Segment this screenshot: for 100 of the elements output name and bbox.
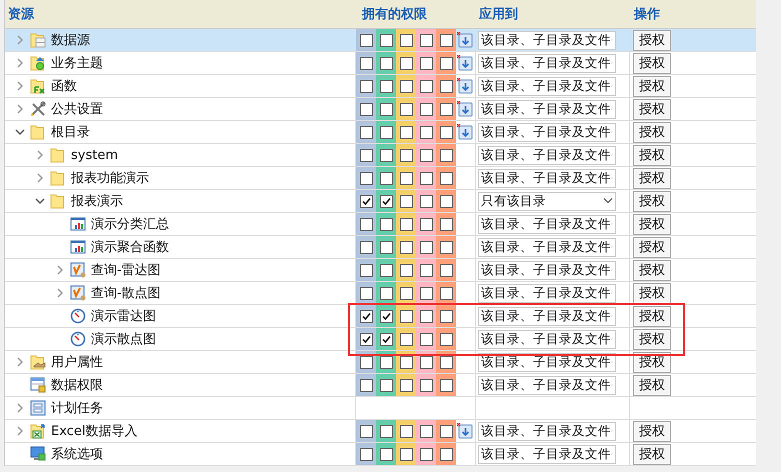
permission-checkbox[interactable] — [380, 286, 392, 300]
permission-checkbox[interactable] — [420, 378, 432, 392]
permission-checkbox[interactable] — [380, 34, 392, 46]
tree-row[interactable]: 公共设置 该目录、子目录及文件 授权 — [5, 98, 756, 121]
tree-row[interactable]: 演示聚合函数 该目录、子目录及文件 授权 — [5, 236, 756, 259]
permission-checkbox[interactable] — [440, 240, 452, 254]
permission-checkbox[interactable] — [380, 332, 392, 346]
permission-checkbox[interactable] — [400, 264, 412, 276]
permission-checkbox[interactable] — [440, 194, 452, 208]
permission-checkbox[interactable] — [440, 378, 452, 392]
permission-checkbox[interactable] — [400, 102, 412, 116]
permission-checkbox[interactable] — [440, 424, 452, 438]
permission-checkbox[interactable] — [360, 172, 372, 184]
permission-checkbox[interactable] — [440, 56, 452, 70]
permission-checkbox[interactable] — [440, 332, 452, 346]
permission-checkbox[interactable] — [440, 34, 452, 46]
permission-checkbox[interactable] — [400, 310, 412, 322]
tree-row[interactable]: 报表演示 只有该目录 授权 — [5, 190, 756, 213]
permission-checkbox[interactable] — [420, 218, 432, 230]
permission-checkbox[interactable] — [380, 240, 392, 254]
tree-row[interactable]: 计划任务 — [5, 397, 756, 420]
permission-checkbox[interactable] — [360, 102, 372, 116]
tree-row[interactable]: 函数 该目录、子目录及文件 授权 — [5, 75, 756, 98]
permission-checkbox[interactable] — [360, 310, 372, 322]
apply-dropdown[interactable]: 该目录、子目录及文件 — [478, 146, 616, 164]
permission-checkbox[interactable] — [380, 356, 392, 368]
grant-button[interactable]: 授权 — [633, 444, 671, 464]
permission-checkbox[interactable] — [380, 310, 392, 322]
permission-checkbox[interactable] — [380, 148, 392, 162]
permission-checkbox[interactable] — [420, 448, 432, 460]
permission-checkbox[interactable] — [420, 102, 432, 116]
permission-checkbox[interactable] — [400, 172, 412, 184]
permission-checkbox[interactable] — [400, 286, 412, 300]
permission-checkbox[interactable] — [420, 148, 432, 162]
permission-checkbox[interactable] — [400, 80, 412, 92]
apply-dropdown[interactable]: 该目录、子目录及文件 — [478, 376, 616, 394]
permission-checkbox[interactable] — [400, 356, 412, 368]
tree-row[interactable]: 根目录 该目录、子目录及文件 授权 — [5, 121, 756, 144]
permission-checkbox[interactable] — [360, 264, 372, 276]
permission-checkbox[interactable] — [440, 286, 452, 300]
tree-row[interactable]: 演示分类汇总 该目录、子目录及文件 授权 — [5, 213, 756, 236]
apply-dropdown[interactable]: 该目录、子目录及文件 — [478, 238, 616, 256]
apply-dropdown[interactable]: 该目录、子目录及文件 — [478, 100, 616, 118]
permission-checkbox[interactable] — [440, 448, 452, 460]
permission-checkbox[interactable] — [360, 126, 372, 138]
grant-button[interactable]: 授权 — [633, 144, 671, 166]
grant-button[interactable]: 授权 — [633, 420, 671, 442]
permission-checkbox[interactable] — [440, 148, 452, 162]
tree-row[interactable]: 演示散点图 该目录、子目录及文件 授权 — [5, 328, 756, 351]
permission-checkbox[interactable] — [360, 240, 372, 254]
permission-checkbox[interactable] — [360, 332, 372, 346]
grant-button[interactable]: 授权 — [633, 306, 671, 326]
apply-dropdown[interactable]: 该目录、子目录及文件 — [478, 260, 616, 280]
permission-checkbox[interactable] — [420, 172, 432, 184]
grant-button[interactable]: 授权 — [633, 236, 671, 258]
permission-checkbox[interactable] — [360, 148, 372, 162]
permission-checkbox[interactable] — [360, 80, 372, 92]
apply-dropdown[interactable]: 该目录、子目录及文件 — [478, 330, 616, 348]
grant-button[interactable]: 授权 — [633, 260, 671, 280]
apply-dropdown[interactable]: 该目录、子目录及文件 — [478, 122, 616, 142]
tree-row[interactable]: system 该目录、子目录及文件 授权 — [5, 144, 756, 167]
tree-row[interactable]: 业务主题 该目录、子目录及文件 授权 — [5, 52, 756, 75]
apply-dropdown[interactable]: 该目录、子目录及文件 — [478, 444, 616, 464]
tree-row[interactable]: 演示雷达图 该目录、子目录及文件 授权 — [5, 305, 756, 328]
grant-button[interactable]: 授权 — [633, 352, 671, 372]
permission-checkbox[interactable] — [420, 424, 432, 438]
permission-checkbox[interactable] — [360, 218, 372, 230]
apply-dropdown[interactable]: 该目录、子目录及文件 — [478, 284, 616, 302]
permission-checkbox[interactable] — [400, 126, 412, 138]
apply-dropdown[interactable]: 该目录、子目录及文件 — [478, 168, 616, 188]
grant-button[interactable]: 授权 — [633, 282, 671, 304]
permission-checkbox[interactable] — [420, 34, 432, 46]
permission-checkbox[interactable] — [440, 218, 452, 230]
tree-row[interactable]: 系统选项 该目录、子目录及文件 授权 — [5, 443, 756, 466]
grant-button[interactable]: 授权 — [633, 122, 671, 142]
grant-button[interactable]: 授权 — [633, 52, 671, 74]
grant-button[interactable]: 授权 — [633, 214, 671, 234]
permission-checkbox[interactable] — [360, 56, 372, 70]
tree-row[interactable]: 数据权限 该目录、子目录及文件 授权 — [5, 374, 756, 397]
apply-dropdown[interactable]: 该目录、子目录及文件 — [478, 214, 616, 234]
permission-checkbox[interactable] — [420, 240, 432, 254]
permission-checkbox[interactable] — [380, 448, 392, 460]
permission-checkbox[interactable] — [380, 56, 392, 70]
apply-dropdown[interactable]: 该目录、子目录及文件 — [478, 76, 616, 96]
tree-row[interactable]: 用户属性 该目录、子目录及文件 授权 — [5, 351, 756, 374]
permission-checkbox[interactable] — [360, 194, 372, 208]
grant-button[interactable]: 授权 — [633, 98, 671, 120]
permission-checkbox[interactable] — [360, 448, 372, 460]
permission-checkbox[interactable] — [420, 332, 432, 346]
permission-checkbox[interactable] — [400, 424, 412, 438]
permission-checkbox[interactable] — [440, 102, 452, 116]
permission-checkbox[interactable] — [380, 102, 392, 116]
tree-row[interactable]: 数据源 该目录、子目录及文件 授权 — [5, 29, 756, 52]
tree-row[interactable]: 查询-雷达图 该目录、子目录及文件 授权 — [5, 259, 756, 282]
permission-checkbox[interactable] — [380, 194, 392, 208]
grant-button[interactable]: 授权 — [633, 76, 671, 96]
permission-checkbox[interactable] — [360, 286, 372, 300]
permission-checkbox[interactable] — [380, 126, 392, 138]
permission-checkbox[interactable] — [360, 34, 372, 46]
permission-checkbox[interactable] — [380, 80, 392, 92]
